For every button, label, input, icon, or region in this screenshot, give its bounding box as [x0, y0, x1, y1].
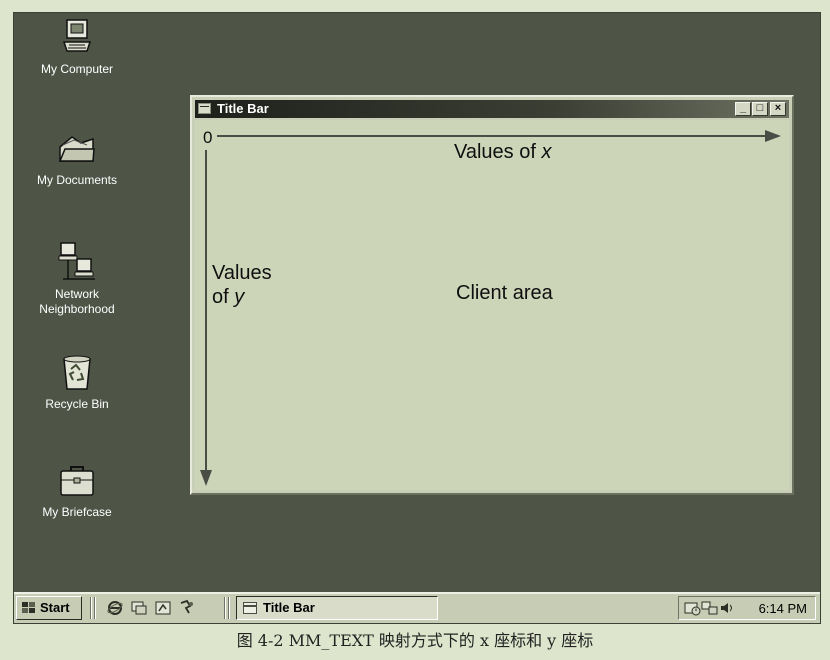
desktop-icon-recycle-bin[interactable]: Recycle Bin	[27, 353, 127, 412]
briefcase-icon	[27, 461, 127, 501]
desktop: My Computer My Documents Network Neighbo…	[13, 12, 821, 624]
taskbar-window-button[interactable]: Title Bar	[236, 596, 438, 620]
taskbar-window-label: Title Bar	[263, 600, 315, 615]
y-axis-label: Values of y	[212, 261, 272, 309]
y-axis-arrowhead	[200, 470, 212, 486]
minimize-button[interactable]: _	[735, 102, 751, 116]
scheduler-icon[interactable]	[683, 600, 701, 621]
window-title: Title Bar	[217, 101, 269, 116]
taskbar-separator	[90, 597, 92, 619]
taskbar-separator	[224, 597, 226, 619]
x-variable: x	[541, 141, 552, 163]
outlook-express-icon[interactable]	[178, 599, 196, 622]
windows-logo-icon	[21, 601, 37, 620]
network-icon	[27, 241, 127, 283]
figure-caption: 图 4-2 MM_TEXT 映射方式下的 x 座标和 y 座标	[236, 631, 594, 650]
volume-icon[interactable]	[719, 600, 735, 621]
coordinate-axes	[200, 130, 781, 486]
taskbar-separator	[94, 597, 96, 619]
client-area-label: Client area	[456, 282, 553, 304]
y-axis-label-prefix: of	[212, 286, 235, 308]
desktop-icon-network-neighborhood[interactable]: Network Neighborhood	[27, 241, 127, 317]
desktop-icon-my-briefcase[interactable]: My Briefcase	[27, 461, 127, 520]
taskbar-separator	[228, 597, 230, 619]
desktop-icon[interactable]	[130, 599, 148, 622]
network-tray-icon[interactable]	[701, 600, 719, 621]
y-variable: y	[234, 286, 245, 308]
y-axis-label-line1: Values	[212, 262, 272, 284]
recycle-bin-icon	[27, 353, 127, 393]
folder-icon	[27, 129, 127, 169]
system-tray: 6:14 PM	[678, 596, 816, 620]
desktop-icon-label: My Briefcase	[42, 505, 112, 519]
clock[interactable]: 6:14 PM	[759, 601, 807, 616]
x-axis-label-prefix: Values of	[454, 141, 542, 163]
desktop-icon-label: My Computer	[40, 62, 114, 76]
x-axis-label: Values of x	[454, 140, 551, 164]
close-button[interactable]: ×	[770, 102, 786, 116]
desktop-icon-my-computer[interactable]: My Computer	[27, 18, 127, 77]
computer-icon	[27, 18, 127, 58]
window-icon[interactable]	[198, 103, 211, 114]
internet-explorer-icon[interactable]	[106, 599, 124, 622]
desktop-icon-my-documents[interactable]: My Documents	[27, 129, 127, 188]
taskbar: Start Title Bar 6:14 PM	[14, 592, 820, 623]
desktop-icon-label: Network Neighborhood	[39, 287, 115, 316]
desktop-icon-label: Recycle Bin	[45, 397, 109, 411]
x-axis-arrowhead	[765, 130, 781, 142]
start-label: Start	[40, 600, 70, 615]
maximize-button[interactable]: □	[752, 102, 768, 116]
start-button[interactable]: Start	[16, 596, 82, 620]
window-icon	[243, 602, 257, 614]
client-area[interactable]: 0 Values of x Values of y Client area	[195, 120, 789, 490]
desktop-icon-label: My Documents	[36, 173, 118, 187]
origin-label: 0	[203, 128, 213, 147]
application-window: Title Bar _ □ × 0 Values of x Values of y…	[190, 95, 794, 495]
title-bar[interactable]: Title Bar _ □ ×	[195, 100, 789, 118]
channels-icon[interactable]	[154, 599, 172, 622]
